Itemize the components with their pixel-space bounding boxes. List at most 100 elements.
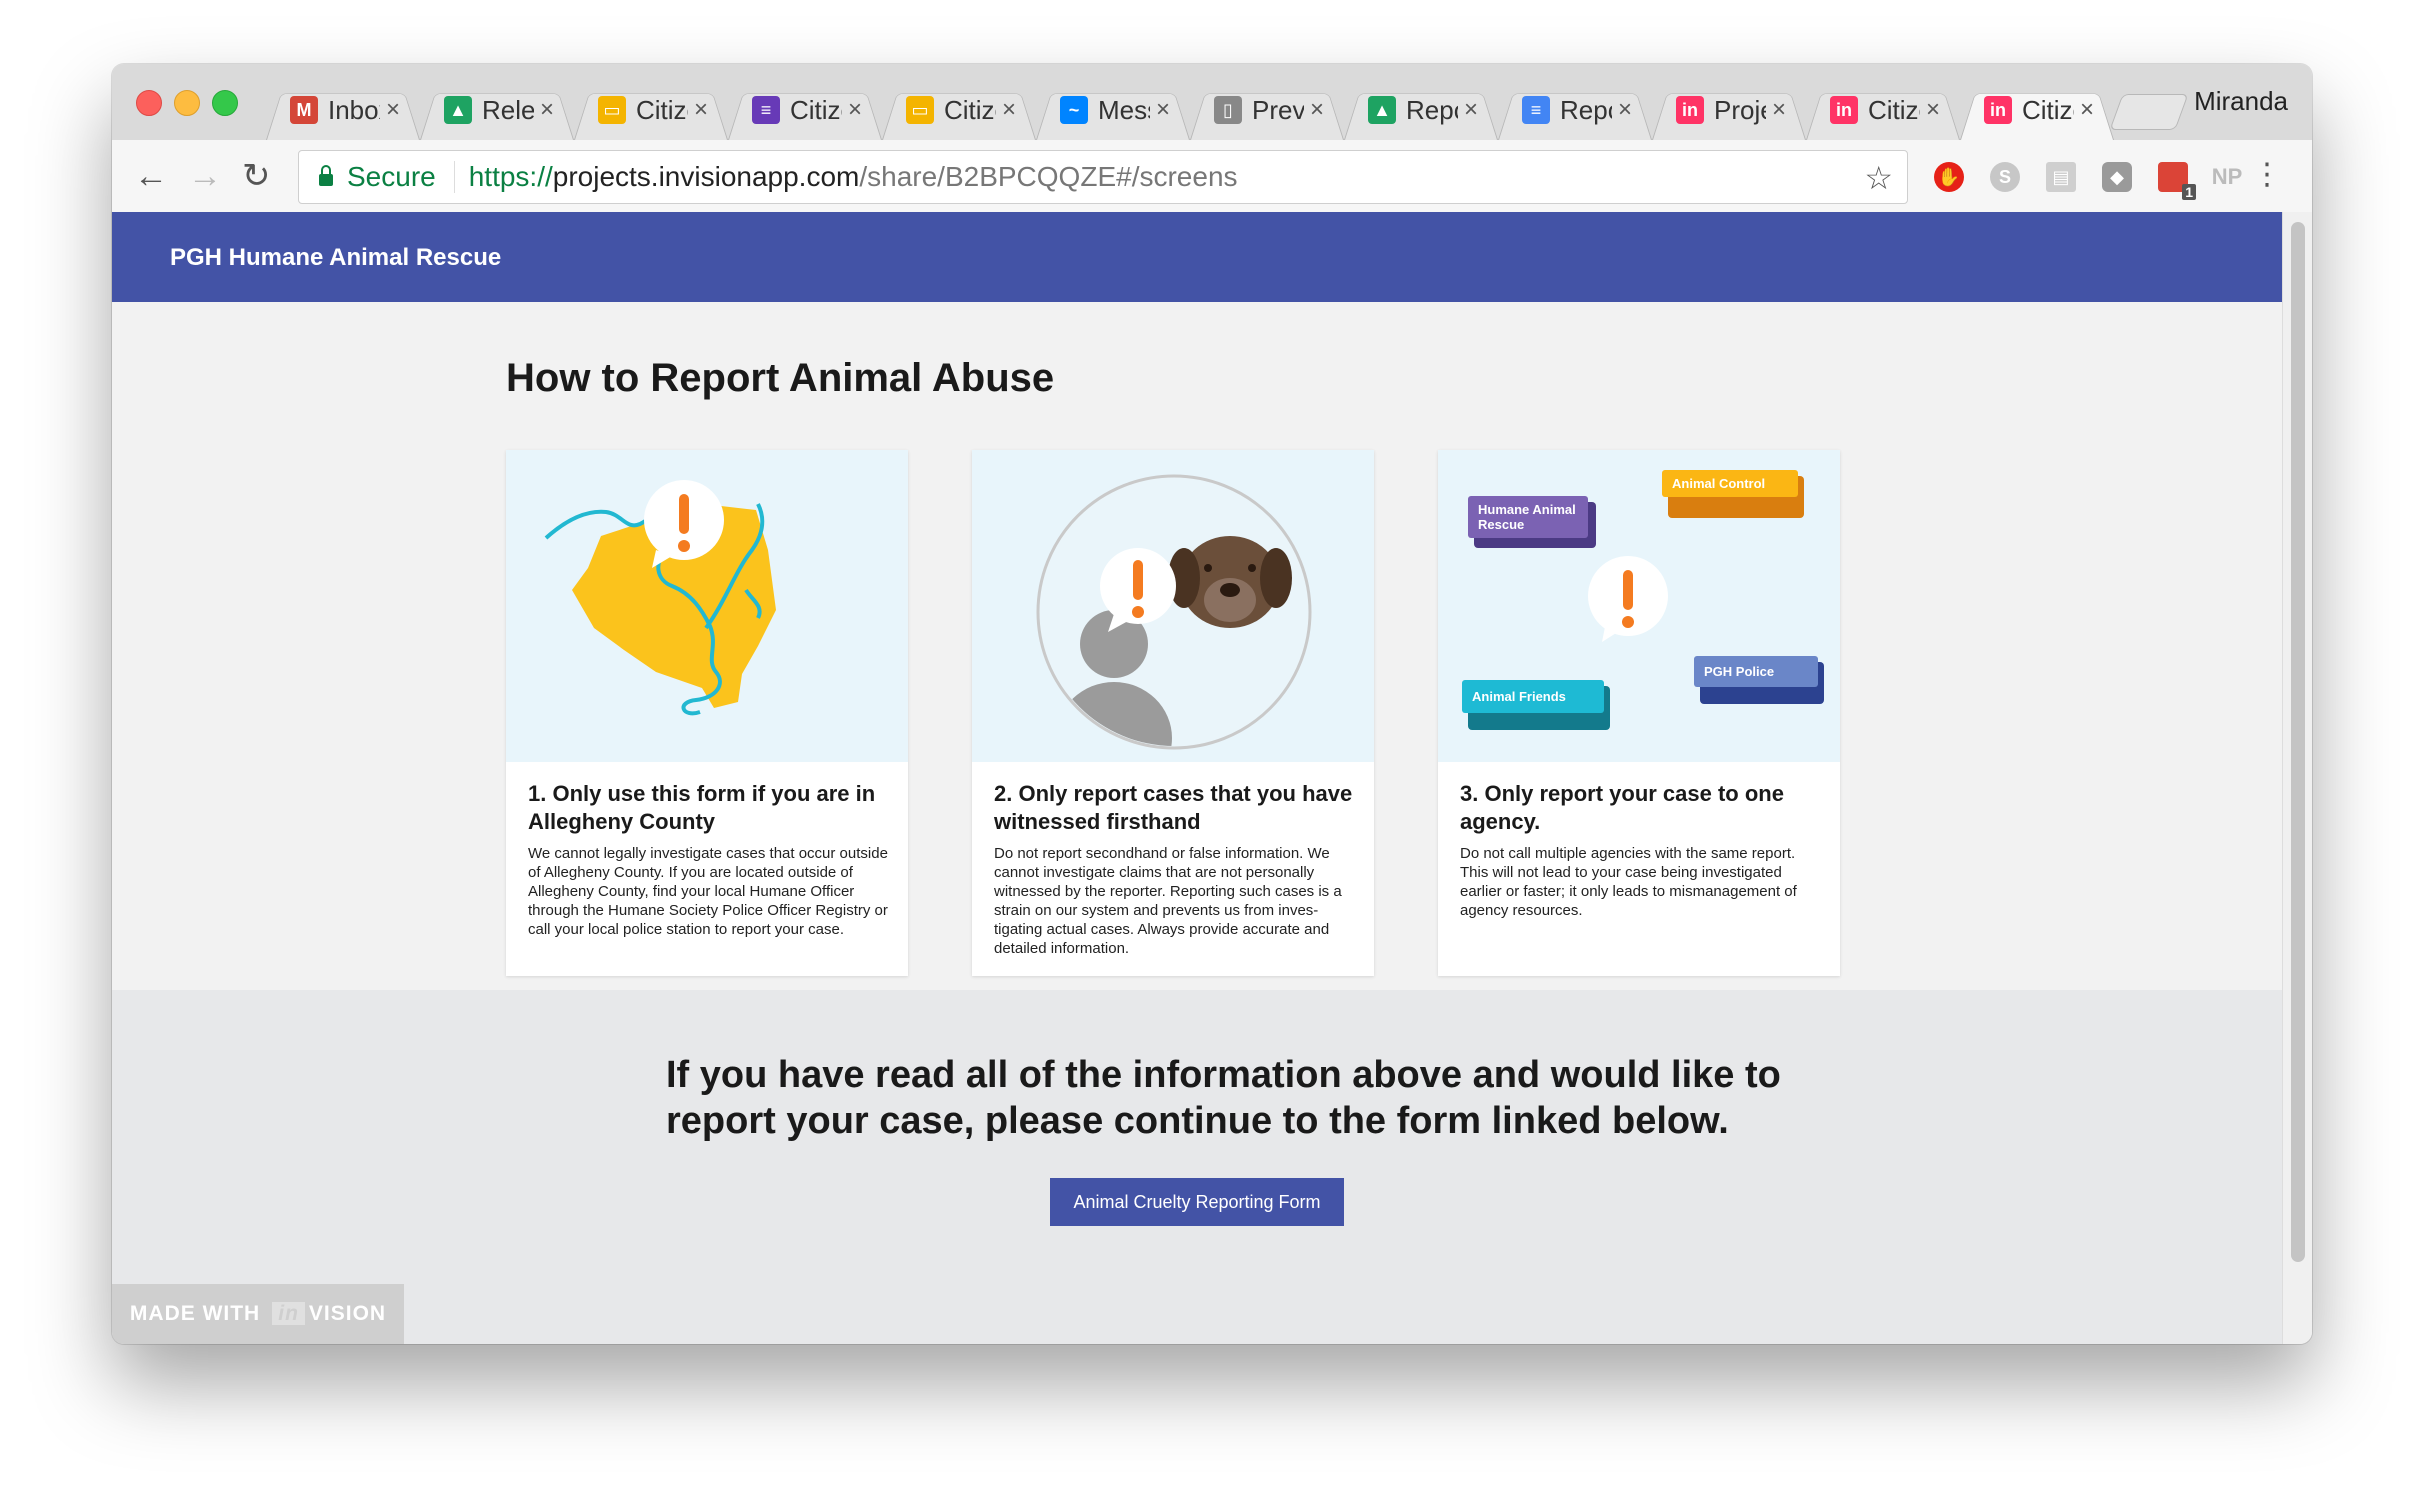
- browser-tab[interactable]: in Citizen×: [1954, 80, 2108, 140]
- lock-icon: [319, 165, 333, 186]
- invision-logo-icon: in VISION: [268, 1302, 386, 1326]
- extension-badge: 1: [2182, 184, 2196, 200]
- drive-icon: ▲: [444, 96, 472, 124]
- browser-tab[interactable]: ▲ Report×: [1338, 80, 1492, 140]
- browser-tab[interactable]: in Citizen×: [1800, 80, 1954, 140]
- cta-text: If you have read all of the information …: [666, 1054, 1781, 1142]
- page-scrollbar[interactable]: [2282, 212, 2312, 1344]
- info-card-3: Humane Animal Rescue Animal Control Anim…: [1438, 450, 1840, 976]
- allegheny-map-illustration: [506, 450, 908, 762]
- close-tab-icon[interactable]: ×: [1310, 96, 1324, 124]
- card-2-body: Do not report secondhand or false inform…: [994, 845, 1342, 957]
- close-tab-icon[interactable]: ×: [2080, 96, 2094, 124]
- close-tab-icon[interactable]: ×: [1772, 96, 1786, 124]
- back-arrow-icon[interactable]: ←: [134, 156, 168, 196]
- slides-icon: ▭: [598, 96, 626, 124]
- tab-title: Preview: [1252, 94, 1304, 125]
- invision-logo-text: VISION: [308, 1302, 387, 1325]
- profile-name[interactable]: Miranda: [2194, 86, 2288, 117]
- browser-tab[interactable]: ▭ Citizen×: [568, 80, 722, 140]
- close-tab-icon[interactable]: ×: [1464, 96, 1478, 124]
- browser-tab[interactable]: ~ Messenger×: [1030, 80, 1184, 140]
- docs-icon: ≡: [1522, 96, 1550, 124]
- secure-label: Secure: [347, 161, 455, 193]
- drive-icon: ▲: [1368, 96, 1396, 124]
- humane-animal-rescue-pill: Humane Animal Rescue: [1468, 496, 1588, 538]
- forward-arrow-icon[interactable]: →: [188, 156, 222, 196]
- agencies-illustration: Humane Animal Rescue Animal Control Anim…: [1438, 450, 1840, 762]
- browser-tab[interactable]: ≡ Citizen×: [722, 80, 876, 140]
- zoom-window-button[interactable]: [212, 90, 238, 116]
- animal-friends-pill: Animal Friends: [1462, 680, 1604, 713]
- minimize-window-button[interactable]: [174, 90, 200, 116]
- invision-logo-in: in: [272, 1302, 305, 1325]
- invision-icon: in: [1984, 96, 2012, 124]
- skype-extension-icon[interactable]: S: [1990, 162, 2020, 192]
- browser-tab[interactable]: in Project×: [1646, 80, 1800, 140]
- tab-title: Project: [1714, 94, 1766, 125]
- close-tab-icon[interactable]: ×: [540, 96, 554, 124]
- adblock-extension-icon[interactable]: ✋: [1934, 162, 1964, 192]
- reload-icon[interactable]: ↻: [242, 156, 271, 196]
- browser-tab[interactable]: ▲ Release×: [414, 80, 568, 140]
- tab-title: Citizen: [790, 94, 842, 125]
- url-host: projects.invisionapp.com: [552, 161, 860, 192]
- close-tab-icon[interactable]: ×: [848, 96, 862, 124]
- gmail-icon: M: [290, 96, 318, 124]
- browser-window: MInbox×▲Release×▭Citizen×≡Citizen×▭Citiz…: [112, 64, 2312, 1344]
- calendar-extension-icon[interactable]: 1: [2158, 162, 2196, 200]
- invision-icon: in: [1830, 96, 1858, 124]
- close-tab-icon[interactable]: ×: [386, 96, 400, 124]
- cta-section: If you have read all of the information …: [112, 990, 2282, 1344]
- pocket-extension-icon[interactable]: ◆: [2102, 162, 2132, 192]
- np-extension-icon[interactable]: NP: [2212, 162, 2243, 192]
- messenger-icon: ~: [1060, 96, 1088, 124]
- witness-illustration: [972, 450, 1374, 762]
- made-with-invision-badge[interactable]: MADE WITH in VISION: [112, 1284, 404, 1344]
- page-viewport: PGH Humane Animal Rescue How to Report A…: [112, 212, 2282, 1344]
- tab-title: Citizen: [2022, 94, 2074, 125]
- browser-tab[interactable]: M Inbox×: [260, 80, 414, 140]
- reporting-form-button[interactable]: Animal Cruelty Reporting Form: [1050, 1178, 1344, 1226]
- slides-icon: ▭: [906, 96, 934, 124]
- card-2-heading: 2. Only report cases that you have witne…: [994, 781, 1353, 834]
- tab-title: Report: [1406, 94, 1458, 125]
- pgh-police-pill: PGH Police: [1694, 656, 1818, 687]
- browser-tab[interactable]: ≡ Report×: [1492, 80, 1646, 140]
- info-card-1: 1. Only use this form if you are in Alle…: [506, 450, 908, 976]
- url-scheme: https://: [468, 161, 553, 192]
- url-text[interactable]: https://projects.invisionapp.com/share/B…: [469, 161, 1238, 193]
- page-title: How to Report Animal Abuse: [506, 356, 1055, 400]
- animal-control-pill: Animal Control: [1662, 470, 1798, 497]
- tab-title: Release: [482, 94, 534, 125]
- new-tab-button[interactable]: [2109, 94, 2189, 130]
- close-tab-icon[interactable]: ×: [694, 96, 708, 124]
- tab-strip: MInbox×▲Release×▭Citizen×≡Citizen×▭Citiz…: [112, 64, 2312, 140]
- reader-extension-icon[interactable]: ▤: [2046, 162, 2076, 192]
- bookmark-star-icon[interactable]: ☆: [1864, 159, 1893, 197]
- address-bar[interactable]: Secure https://projects.invisionapp.com/…: [298, 150, 1908, 204]
- tab-title: Citizen: [1868, 94, 1920, 125]
- tab-title: Citizen: [636, 94, 688, 125]
- close-tab-icon[interactable]: ×: [1926, 96, 1940, 124]
- card-1-heading: 1. Only use this form if you are in Alle…: [528, 781, 876, 834]
- tab-title: Inbox: [328, 94, 380, 125]
- close-tab-icon[interactable]: ×: [1618, 96, 1632, 124]
- scrollbar-thumb[interactable]: [2291, 222, 2305, 1262]
- app-bar: PGH Humane Animal Rescue: [112, 212, 2282, 302]
- url-path: /share/B2BPCQQZE#/screens: [859, 161, 1238, 192]
- browser-menu-icon[interactable]: ⋮: [2252, 158, 2282, 192]
- browser-toolbar: ← → ↻ Secure https://projects.invisionap…: [112, 140, 2312, 213]
- browser-tab[interactable]: ▭ Citizen×: [876, 80, 1030, 140]
- tab-title: Citizen: [944, 94, 996, 125]
- info-card-2: 2. Only report cases that you have witne…: [972, 450, 1374, 976]
- browser-tab[interactable]: ▯ Preview×: [1184, 80, 1338, 140]
- forms-icon: ≡: [752, 96, 780, 124]
- brand-name[interactable]: PGH Humane Animal Rescue: [170, 244, 501, 272]
- document-icon: ▯: [1214, 96, 1242, 124]
- close-tab-icon[interactable]: ×: [1002, 96, 1016, 124]
- close-tab-icon[interactable]: ×: [1156, 96, 1170, 124]
- card-1-body: We cannot legally investigate cases that…: [528, 845, 888, 938]
- close-window-button[interactable]: [136, 90, 162, 116]
- card-3-heading: 3. Only report your case to one agency.: [1460, 781, 1784, 834]
